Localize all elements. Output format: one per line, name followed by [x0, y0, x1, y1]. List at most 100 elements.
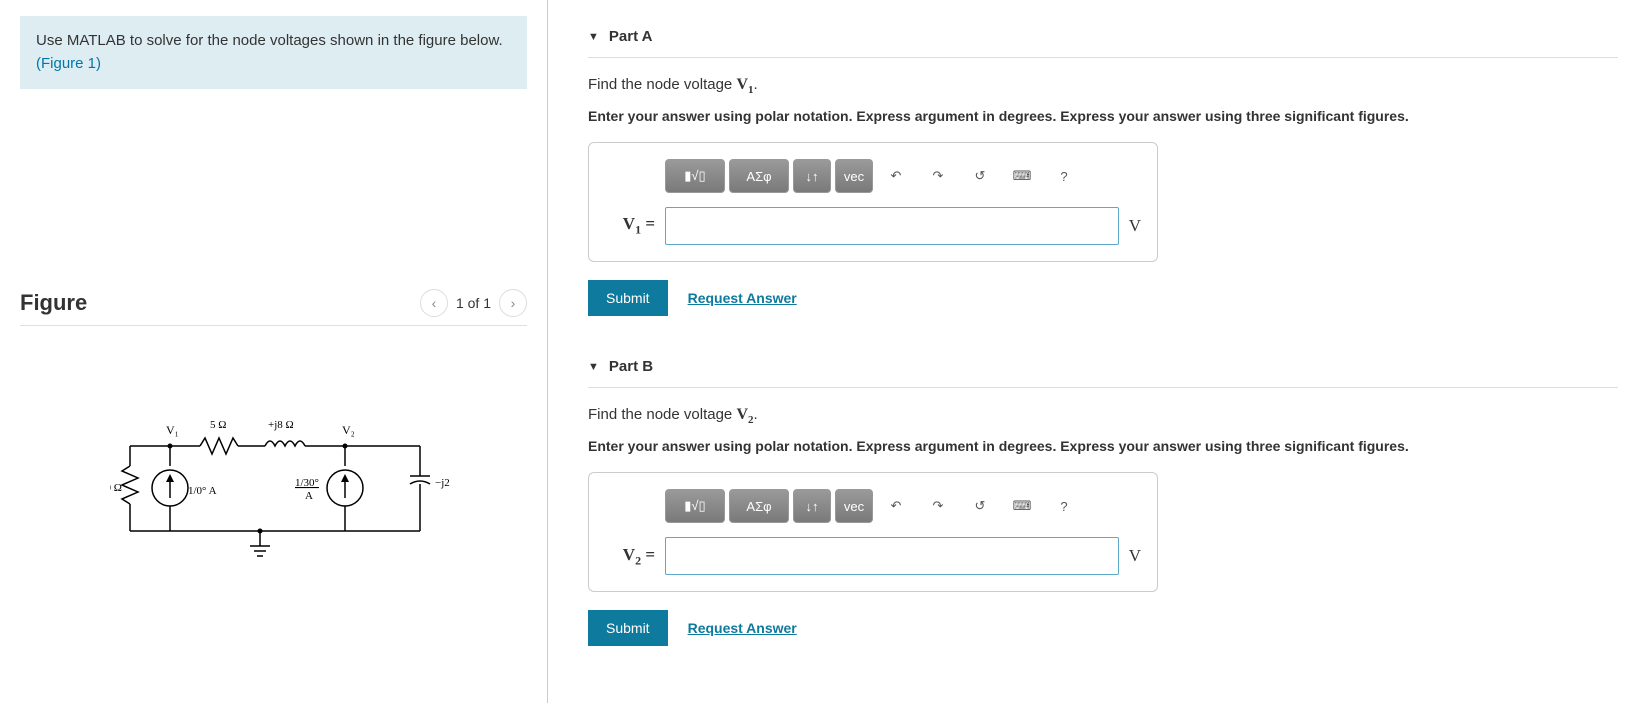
- caret-down-icon: ▼: [588, 361, 599, 373]
- prev-figure-button[interactable]: ‹: [420, 289, 448, 317]
- circuit-diagram: V₁ 5 Ω +j8 Ω V₂: [110, 416, 450, 576]
- vec-button[interactable]: vec: [835, 159, 873, 193]
- part-b-actions: Submit Request Answer: [588, 610, 1618, 646]
- part-a-header[interactable]: ▼ Part A: [588, 16, 1618, 58]
- figure-section: Figure ‹ 1 of 1 › V₁: [20, 289, 527, 576]
- redo-icon: ↷: [933, 498, 944, 514]
- label-var: V: [623, 545, 635, 564]
- figure-link[interactable]: (Figure 1): [36, 55, 101, 72]
- part-a-input-label: V1 =: [605, 214, 655, 237]
- redo-button[interactable]: ↷: [919, 489, 957, 523]
- figure-nav: ‹ 1 of 1 ›: [420, 289, 527, 317]
- reset-icon: ↺: [975, 498, 986, 514]
- subsup-button[interactable]: ↓↑: [793, 159, 831, 193]
- part-a-section: ▼ Part A Find the node voltage V1. Enter…: [588, 16, 1618, 316]
- redo-icon: ↷: [933, 168, 944, 184]
- figure-title: Figure: [20, 290, 87, 316]
- greek-button[interactable]: ΑΣφ: [729, 159, 789, 193]
- part-b-instruction: Enter your answer using polar notation. …: [588, 438, 1618, 454]
- instruction-text: Use MATLAB to solve for the node voltage…: [36, 32, 503, 49]
- templates-icon: ▮√▯: [684, 498, 705, 514]
- figure-counter: 1 of 1: [456, 295, 491, 311]
- node-v1-label: V₁: [166, 423, 179, 437]
- left-panel: Use MATLAB to solve for the node voltage…: [0, 0, 548, 703]
- subsup-icon: ↓↑: [806, 169, 819, 184]
- prompt-prefix: Find the node voltage: [588, 406, 736, 423]
- prompt-var: V: [736, 76, 748, 93]
- part-a-answer-input[interactable]: [665, 207, 1119, 245]
- chevron-right-icon: ›: [511, 295, 516, 311]
- part-b-submit-button[interactable]: Submit: [588, 610, 668, 646]
- reset-button[interactable]: ↺: [961, 159, 999, 193]
- l-j8-label: +j8 Ω: [268, 419, 294, 431]
- part-a-body: Find the node voltage V1. Enter your ans…: [588, 58, 1618, 316]
- prompt-prefix: Find the node voltage: [588, 76, 736, 93]
- part-b-answer-box: ▮√▯ ΑΣφ ↓↑ vec ↶ ↷ ↺ ⌨ ? V2 = V: [588, 472, 1158, 592]
- next-figure-button[interactable]: ›: [499, 289, 527, 317]
- part-a-prompt: Find the node voltage V1.: [588, 76, 1618, 96]
- subsup-button[interactable]: ↓↑: [793, 489, 831, 523]
- undo-icon: ↶: [891, 498, 902, 514]
- templates-icon: ▮√▯: [684, 168, 705, 184]
- part-b-body: Find the node voltage V2. Enter your ans…: [588, 388, 1618, 646]
- prompt-suffix: .: [754, 76, 758, 93]
- r-5ohm-label: 5 Ω: [210, 419, 226, 431]
- label-eq: =: [641, 545, 655, 564]
- subsup-icon: ↓↑: [806, 499, 819, 514]
- greek-icon: ΑΣφ: [746, 499, 771, 514]
- part-b-toolbar: ▮√▯ ΑΣφ ↓↑ vec ↶ ↷ ↺ ⌨ ?: [665, 489, 1141, 523]
- help-icon: ?: [1060, 169, 1067, 184]
- label-var: V: [623, 214, 635, 233]
- templates-button[interactable]: ▮√▯: [665, 489, 725, 523]
- undo-button[interactable]: ↶: [877, 159, 915, 193]
- prompt-var: V: [736, 406, 748, 423]
- part-b-prompt: Find the node voltage V2.: [588, 406, 1618, 426]
- reset-icon: ↺: [975, 168, 986, 184]
- part-a-actions: Submit Request Answer: [588, 280, 1618, 316]
- part-a-title: Part A: [609, 28, 653, 45]
- part-a-instruction: Enter your answer using polar notation. …: [588, 108, 1618, 124]
- vec-icon: vec: [844, 499, 864, 514]
- chevron-left-icon: ‹: [432, 295, 437, 311]
- part-a-unit: V: [1129, 216, 1141, 236]
- part-b-answer-input[interactable]: [665, 537, 1119, 575]
- i1-label: 1/0° A: [188, 485, 217, 497]
- figure-header: Figure ‹ 1 of 1 ›: [20, 289, 527, 326]
- keyboard-icon: ⌨: [1013, 498, 1032, 514]
- i2-top-label: 1/30°: [295, 477, 319, 489]
- part-a-input-row: V1 = V: [605, 207, 1141, 245]
- part-b-unit: V: [1129, 546, 1141, 566]
- greek-icon: ΑΣφ: [746, 169, 771, 184]
- label-eq: =: [641, 214, 655, 233]
- keyboard-button[interactable]: ⌨: [1003, 159, 1041, 193]
- node-v2-label: V₂: [342, 423, 355, 437]
- vec-button[interactable]: vec: [835, 489, 873, 523]
- templates-button[interactable]: ▮√▯: [665, 159, 725, 193]
- redo-button[interactable]: ↷: [919, 159, 957, 193]
- greek-button[interactable]: ΑΣφ: [729, 489, 789, 523]
- part-b-input-label: V2 =: [605, 545, 655, 568]
- part-b-header[interactable]: ▼ Part B: [588, 346, 1618, 388]
- part-a-answer-box: ▮√▯ ΑΣφ ↓↑ vec ↶ ↷ ↺ ⌨ ? V1 = V: [588, 142, 1158, 262]
- r-20ohm-label: 20 Ω: [110, 482, 122, 494]
- part-a-submit-button[interactable]: Submit: [588, 280, 668, 316]
- help-icon: ?: [1060, 499, 1067, 514]
- reset-button[interactable]: ↺: [961, 489, 999, 523]
- undo-button[interactable]: ↶: [877, 489, 915, 523]
- c-j20-label: −j20 Ω: [435, 477, 450, 489]
- part-b-input-row: V2 = V: [605, 537, 1141, 575]
- right-panel: ▼ Part A Find the node voltage V1. Enter…: [548, 0, 1638, 703]
- keyboard-button[interactable]: ⌨: [1003, 489, 1041, 523]
- prompt-suffix: .: [754, 406, 758, 423]
- help-button[interactable]: ?: [1045, 489, 1083, 523]
- part-b-title: Part B: [609, 358, 653, 375]
- part-a-toolbar: ▮√▯ ΑΣφ ↓↑ vec ↶ ↷ ↺ ⌨ ?: [665, 159, 1141, 193]
- vec-icon: vec: [844, 169, 864, 184]
- undo-icon: ↶: [891, 168, 902, 184]
- caret-down-icon: ▼: [588, 31, 599, 43]
- part-a-request-answer-link[interactable]: Request Answer: [688, 290, 797, 306]
- part-b-request-answer-link[interactable]: Request Answer: [688, 620, 797, 636]
- keyboard-icon: ⌨: [1013, 168, 1032, 184]
- help-button[interactable]: ?: [1045, 159, 1083, 193]
- instruction-box: Use MATLAB to solve for the node voltage…: [20, 16, 527, 89]
